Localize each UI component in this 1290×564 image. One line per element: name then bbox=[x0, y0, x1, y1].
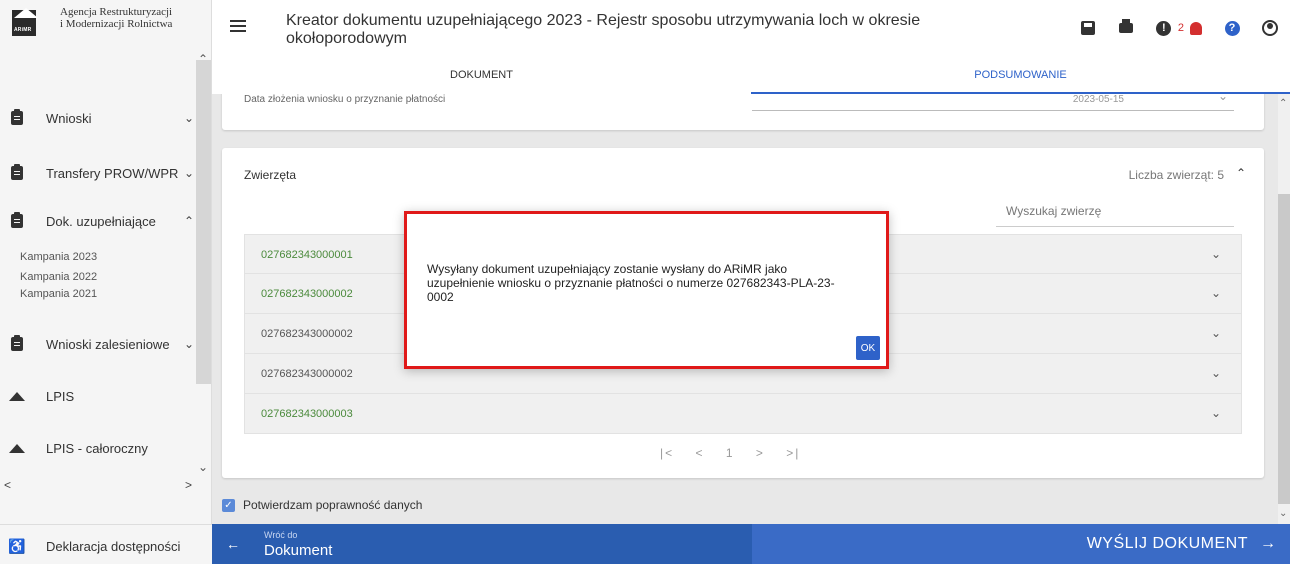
scroll-up-icon[interactable]: ⌃ bbox=[1279, 98, 1287, 109]
chevron-down-icon: ⌄ bbox=[183, 166, 194, 180]
send-label: WYŚLIJ DOKUMENT bbox=[1086, 535, 1248, 552]
arrow-left-icon: ← bbox=[226, 536, 240, 552]
wizard-footer: ← Wróć do Dokument WYŚLIJ DOKUMENT → bbox=[212, 524, 1290, 564]
chevron-down-icon[interactable]: ⌄ bbox=[1211, 406, 1221, 420]
chevron-up-icon: ⌃ bbox=[183, 214, 194, 228]
pagination: |< < 1 > >| bbox=[660, 446, 816, 460]
main-scrollbar[interactable]: ⌃ ⌄ bbox=[1278, 94, 1290, 524]
print-icon[interactable] bbox=[1118, 19, 1134, 36]
ok-button[interactable]: OK bbox=[856, 336, 880, 360]
sidebar-item-label: Wnioski bbox=[46, 110, 92, 126]
animal-id: 027682343000002 bbox=[261, 368, 353, 380]
tabs-bar: DOKUMENT PODSUMOWANIE bbox=[212, 66, 1290, 94]
clipboard-icon bbox=[11, 164, 23, 180]
sidebar-item-label: Dok. uzupełniające bbox=[46, 213, 156, 229]
animals-count: Liczba zwierząt: 5 bbox=[1128, 168, 1224, 182]
back-label: Dokument bbox=[264, 542, 333, 559]
back-caption: Wróć do bbox=[264, 530, 298, 540]
app-header: Kreator dokumentu uzupełniającego 2023 -… bbox=[212, 0, 1290, 66]
payment-date-label: Data złożenia wniosku o przyznanie płatn… bbox=[244, 94, 446, 105]
user-icon[interactable] bbox=[1262, 20, 1278, 36]
mountain-icon bbox=[9, 391, 25, 401]
clipboard-icon bbox=[11, 335, 23, 351]
sidebar-item-label: LPIS - całoroczny bbox=[46, 440, 148, 456]
animal-search-input[interactable]: Wyszukaj zwierzę bbox=[996, 200, 1234, 227]
header-actions: ! 2 ? bbox=[1058, 19, 1278, 36]
sidebar-item-lpis[interactable]: LPIS bbox=[9, 388, 200, 404]
help-icon[interactable]: ? bbox=[1224, 20, 1240, 36]
dialog-message: Wysyłany dokument uzupełniający zostanie… bbox=[427, 262, 835, 304]
chevron-down-icon[interactable]: ⌄ bbox=[1211, 366, 1221, 380]
animal-id: 027682343000002 bbox=[261, 328, 353, 340]
tab-dokument[interactable]: DOKUMENT bbox=[212, 66, 751, 94]
confirmation-dialog: Wysyłany dokument uzupełniający zostanie… bbox=[404, 211, 889, 369]
arrow-right-icon: → bbox=[1260, 535, 1276, 552]
confirm-checkbox-row[interactable]: ✓ Potwierdzam poprawność danych bbox=[222, 498, 422, 512]
sidebar-item-lpis-caloroczny[interactable]: LPIS - całoroczny bbox=[9, 440, 200, 456]
last-page-button[interactable]: >| bbox=[786, 446, 800, 460]
bell-icon[interactable] bbox=[1190, 21, 1202, 35]
notification-count: 2 bbox=[1177, 22, 1184, 34]
sidebar-item-transfery[interactable]: Transfery PROW/WPR ⌄ bbox=[10, 164, 200, 181]
animal-id: 027682343000003 bbox=[261, 408, 353, 420]
sidebar-item-label: Transfery PROW/WPR bbox=[46, 165, 179, 181]
sidebar-item-dok-uzupelniajace[interactable]: Dok. uzupełniające ⌃ bbox=[10, 212, 200, 229]
accessibility-label: Deklaracja dostępności bbox=[46, 538, 181, 554]
sidebar-footer: ♿ Deklaracja dostępności bbox=[0, 524, 212, 564]
animals-title: Zwierzęta bbox=[244, 168, 297, 182]
list-item[interactable]: 027682343000003 ⌄ bbox=[244, 394, 1242, 434]
current-page: 1 bbox=[725, 446, 735, 460]
sidebar-subitem-kampania-2022[interactable]: Kampania 2022 bbox=[20, 271, 97, 283]
chevron-down-icon[interactable]: ⌄ bbox=[1211, 326, 1221, 340]
scroll-down-icon[interactable]: ⌄ bbox=[1279, 508, 1287, 519]
payment-date-card: Data złożenia wniosku o przyznanie płatn… bbox=[222, 94, 1264, 130]
accessibility-declaration-link[interactable]: ♿ Deklaracja dostępności bbox=[8, 537, 200, 554]
sidebar-subitem-kampania-2023[interactable]: Kampania 2023 bbox=[20, 251, 97, 263]
chevron-right-icon[interactable]: > bbox=[185, 478, 192, 492]
sidebar-horizontal-scrollbar[interactable]: < > bbox=[4, 478, 196, 492]
send-document-button[interactable]: WYŚLIJ DOKUMENT → bbox=[752, 524, 1290, 564]
confirm-checkbox[interactable]: ✓ bbox=[222, 498, 235, 512]
chevron-up-icon[interactable]: ⌃ bbox=[1236, 166, 1246, 180]
arimr-logo[interactable]: ARiMR Agencja Restrukturyzacji i Moderni… bbox=[10, 6, 172, 40]
tab-podsumowanie[interactable]: PODSUMOWANIE bbox=[751, 66, 1290, 94]
scrollbar-thumb[interactable] bbox=[1278, 194, 1290, 504]
first-page-button[interactable]: |< bbox=[660, 446, 674, 460]
prev-page-button[interactable]: < bbox=[695, 446, 704, 460]
logo-icon: ARiMR bbox=[10, 6, 56, 40]
animal-id: 027682343000001 bbox=[261, 249, 353, 261]
payment-date-value: 2023-05-15 bbox=[1072, 94, 1124, 105]
chevron-left-icon[interactable]: < bbox=[4, 478, 11, 492]
confirm-label: Potwierdzam poprawność danych bbox=[243, 498, 423, 512]
sidebar-item-label: Wnioski zalesieniowe bbox=[46, 336, 170, 352]
sidebar-item-wnioski[interactable]: Wnioski ⌄ bbox=[10, 109, 200, 126]
save-icon[interactable] bbox=[1080, 20, 1096, 36]
sidebar-subitem-kampania-2021[interactable]: Kampania 2021 bbox=[20, 288, 97, 300]
chevron-down-icon[interactable]: ⌄ bbox=[1211, 247, 1221, 261]
sidebar-item-wnioski-zalesieniowe[interactable]: Wnioski zalesieniowe ⌄ bbox=[10, 335, 200, 352]
chevron-down-icon: ⌄ bbox=[183, 111, 194, 125]
mountain-icon bbox=[9, 443, 25, 453]
chevron-down-icon[interactable]: ⌄ bbox=[1211, 286, 1221, 300]
clipboard-icon bbox=[11, 109, 23, 125]
clipboard-icon bbox=[11, 212, 23, 228]
sidebar-scroll-down-icon[interactable]: ⌄ bbox=[198, 460, 208, 474]
back-button[interactable]: ← Wróć do Dokument bbox=[212, 524, 752, 564]
chevron-down-icon[interactable]: ⌄ bbox=[1218, 94, 1228, 103]
accessibility-icon: ♿ bbox=[8, 537, 26, 554]
logo-text-line2: i Modernizacji Rolnictwa bbox=[60, 18, 173, 30]
menu-icon[interactable] bbox=[230, 20, 246, 32]
chevron-down-icon: ⌄ bbox=[183, 337, 194, 351]
page-title: Kreator dokumentu uzupełniającego 2023 -… bbox=[286, 12, 921, 47]
logo-text-line1: Agencja Restrukturyzacji bbox=[60, 6, 173, 18]
next-page-button[interactable]: > bbox=[756, 446, 765, 460]
animal-id: 027682343000002 bbox=[261, 288, 353, 300]
sidebar: ARiMR Agencja Restrukturyzacji i Moderni… bbox=[0, 0, 212, 564]
alert-icon[interactable]: ! bbox=[1156, 20, 1172, 36]
sidebar-item-label: LPIS bbox=[46, 388, 75, 404]
